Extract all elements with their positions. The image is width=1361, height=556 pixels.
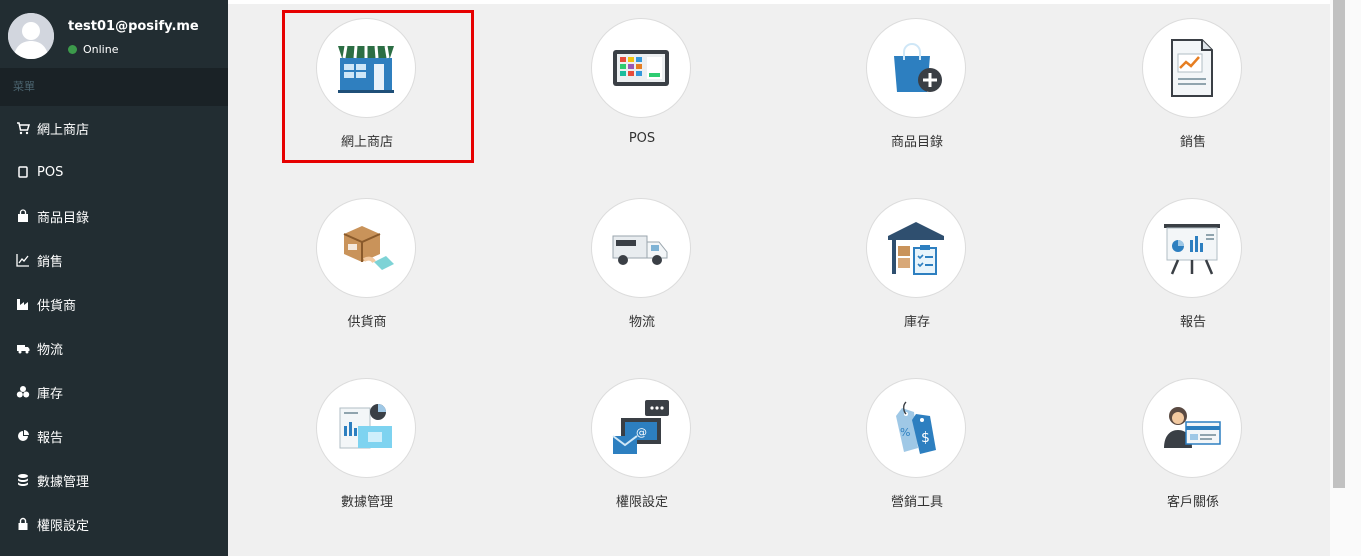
sidebar-item-catalog[interactable]: 商品目錄	[0, 194, 228, 238]
sidebar-item-label: 供貨商	[37, 298, 77, 314]
user-status: Online	[68, 43, 118, 56]
scrollbar-thumb[interactable]	[1333, 0, 1345, 488]
cubes-icon	[16, 385, 30, 399]
cart-icon	[16, 121, 30, 135]
price-tags-icon: % $	[866, 378, 966, 478]
tile-label: 營銷工具	[890, 495, 943, 510]
tile-reports[interactable]: 報告	[1128, 198, 1258, 348]
tile-inventory[interactable]: 庫存	[852, 198, 982, 348]
pie-chart-icon	[16, 429, 30, 443]
tile-suppliers[interactable]: 供貨商	[302, 198, 432, 348]
sidebar-item-label: 權限設定	[37, 518, 90, 534]
tile-customer-relations[interactable]: 客戶關係	[1128, 378, 1258, 528]
tile-logistics[interactable]: 物流	[577, 198, 707, 348]
shopping-bag-add-icon	[866, 18, 966, 118]
tile-data-management[interactable]: 數據管理	[302, 378, 432, 528]
menu-header: 菜單	[0, 68, 228, 106]
sidebar-item-label: 報告	[37, 430, 64, 446]
sidebar-item-label: 銷售	[37, 254, 64, 270]
sidebar-item-label: 數據管理	[37, 474, 90, 490]
tile-label: 權限設定	[615, 495, 668, 510]
user-email: test01@posify.me	[68, 19, 199, 34]
pos-terminal-icon	[591, 18, 691, 118]
sidebar-item-label: 物流	[37, 342, 64, 358]
svg-text:$: $	[921, 430, 930, 446]
sidebar-item-label: 商品目錄	[37, 210, 90, 226]
tile-label: 商品目錄	[890, 135, 943, 150]
tile-catalog[interactable]: 商品目錄	[852, 18, 982, 168]
svg-text:%: %	[900, 426, 910, 439]
database-icon	[16, 473, 30, 487]
tablet-icon	[16, 165, 30, 179]
truck-icon	[16, 341, 30, 355]
svg-text:@: @	[636, 426, 647, 439]
sidebar-item-reports[interactable]: 報告	[0, 414, 228, 458]
tile-label: 客戶關係	[1166, 495, 1219, 510]
user-panel: test01@posify.me Online	[0, 0, 228, 68]
customer-card-icon	[1142, 378, 1242, 478]
sidebar: test01@posify.me Online 菜單 網上商店 POS 商品目錄…	[0, 0, 228, 556]
shopping-bag-icon	[16, 209, 30, 223]
tile-label: 報告	[1179, 315, 1206, 330]
tile-label: 供貨商	[347, 315, 387, 330]
sidebar-item-label: 庫存	[37, 386, 64, 402]
sidebar-item-permissions[interactable]: 權限設定	[0, 502, 228, 546]
email-chat-icon: @	[591, 378, 691, 478]
tile-label: 物流	[628, 315, 655, 330]
presentation-board-icon	[1142, 198, 1242, 298]
sidebar-item-logistics[interactable]: 物流	[0, 326, 228, 370]
tile-pos[interactable]: POS	[577, 18, 707, 168]
delivery-truck-icon	[591, 198, 691, 298]
line-chart-icon	[16, 253, 30, 267]
avatar	[8, 13, 54, 59]
sidebar-item-data-management[interactable]: 數據管理	[0, 458, 228, 502]
highlight-box	[282, 10, 474, 163]
tile-label: 數據管理	[340, 495, 393, 510]
tile-label: 庫存	[903, 315, 930, 330]
lock-icon	[16, 517, 30, 531]
sidebar-item-online-store[interactable]: 網上商店	[0, 106, 228, 150]
package-delivery-icon	[316, 198, 416, 298]
status-label: Online	[83, 43, 119, 56]
tile-sales[interactable]: 銷售	[1128, 18, 1258, 168]
sidebar-item-label: POS	[37, 164, 64, 180]
sidebar-item-inventory[interactable]: 庫存	[0, 370, 228, 414]
sidebar-item-sales[interactable]: 銷售	[0, 238, 228, 282]
top-bar	[228, 0, 1330, 4]
tile-marketing-tools[interactable]: % $ 營銷工具	[852, 378, 982, 528]
sales-report-icon	[1142, 18, 1242, 118]
online-status-dot	[68, 45, 77, 54]
sidebar-item-pos[interactable]: POS	[0, 150, 228, 194]
warehouse-icon	[866, 198, 966, 298]
industry-icon	[16, 297, 30, 311]
tile-label: 銷售	[1179, 135, 1206, 150]
data-dashboard-icon	[316, 378, 416, 478]
sidebar-item-suppliers[interactable]: 供貨商	[0, 282, 228, 326]
tile-label: POS	[628, 131, 656, 146]
tile-permissions[interactable]: @ 權限設定	[577, 378, 707, 528]
sidebar-item-label: 網上商店	[37, 122, 90, 138]
